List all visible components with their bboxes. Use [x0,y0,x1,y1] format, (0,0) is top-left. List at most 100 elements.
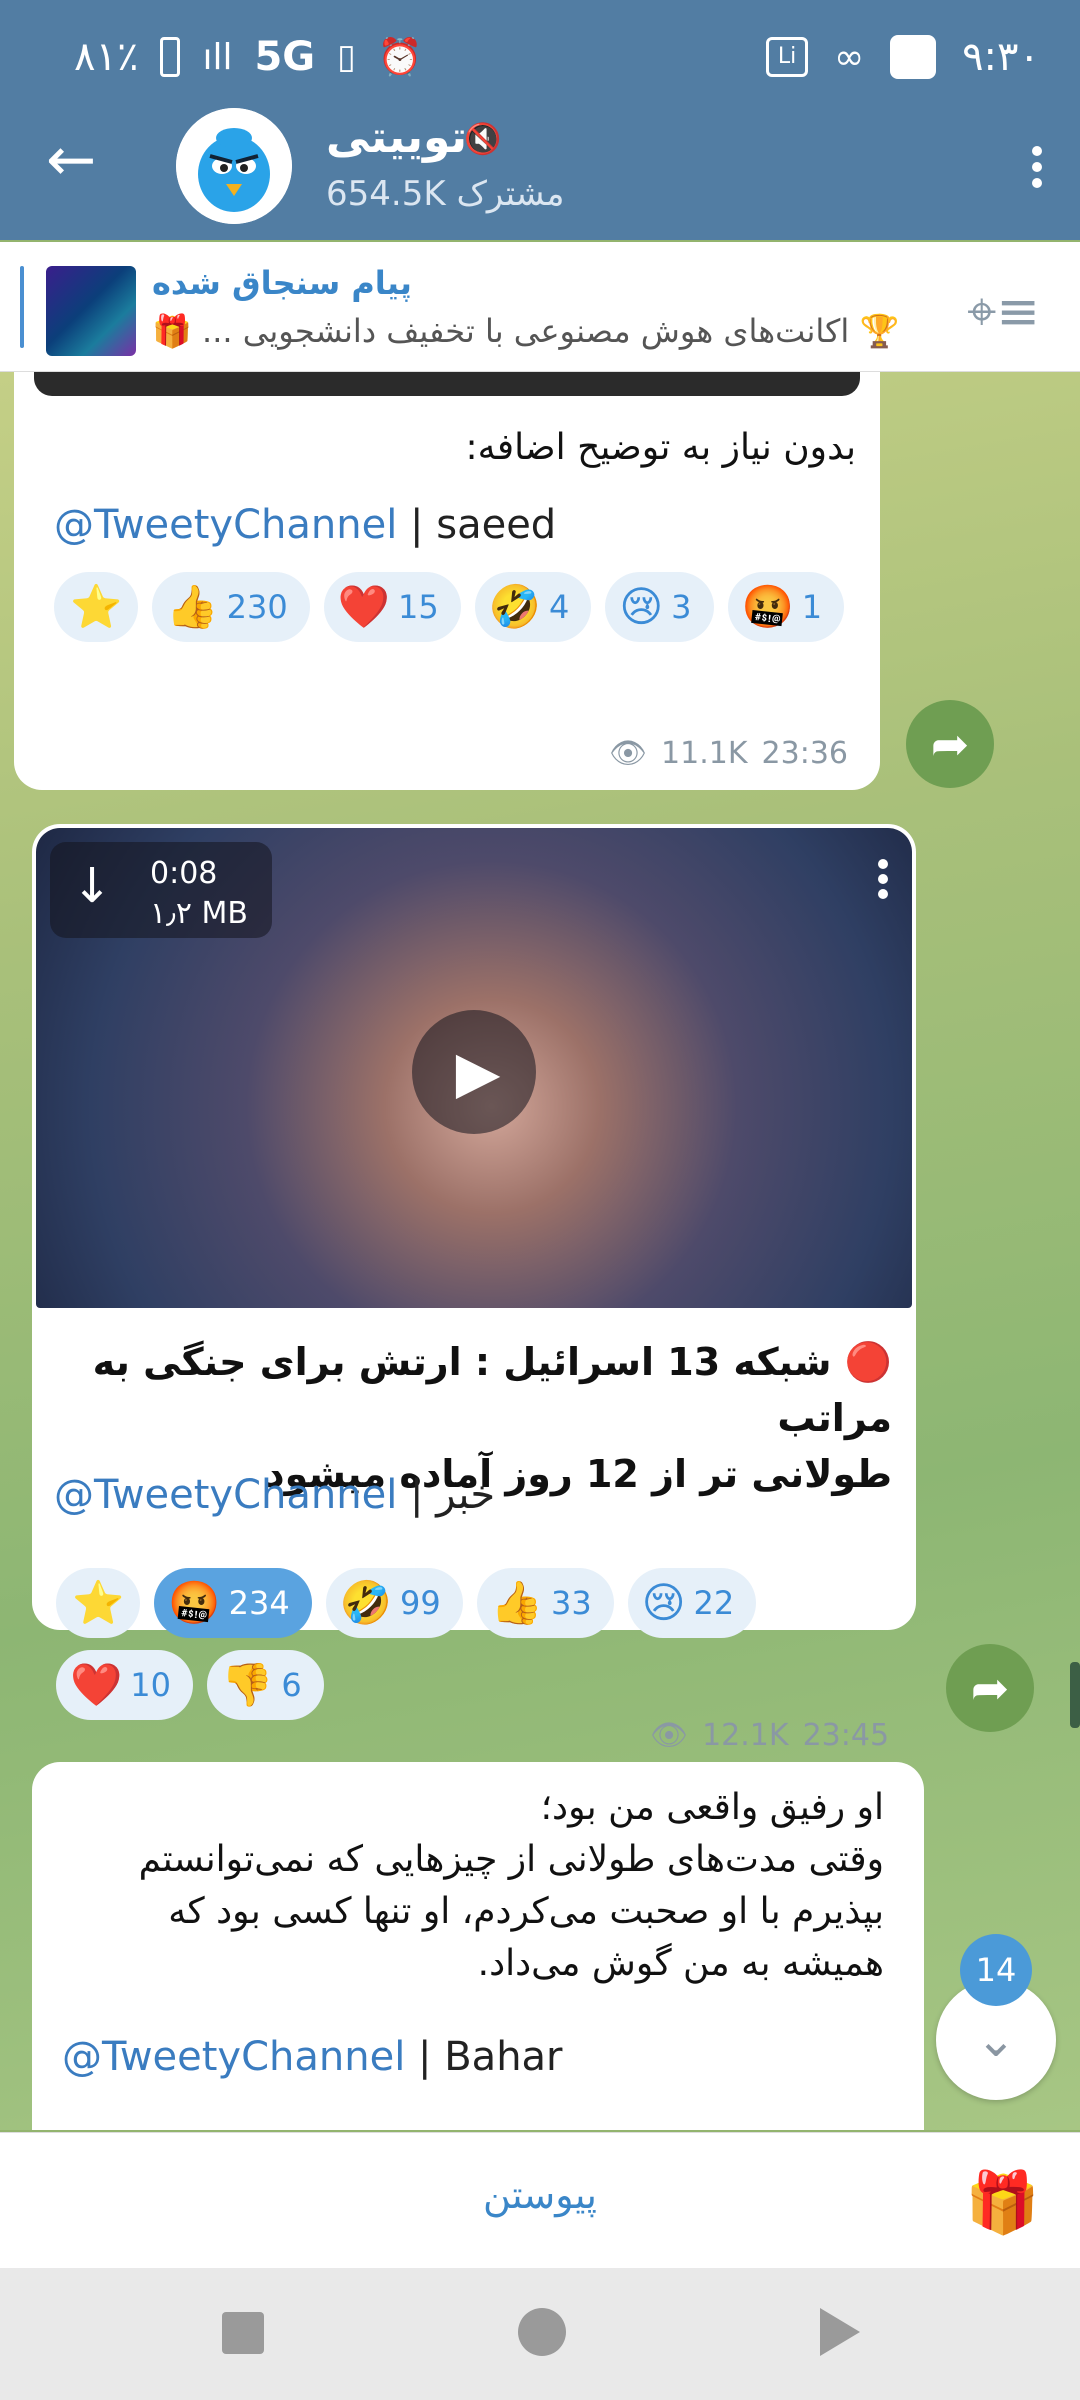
video-more-icon[interactable] [876,854,890,904]
reaction-chip[interactable]: 😢 22 [627,1568,757,1638]
trophy-icon: 🏆 [859,312,900,350]
swearing-face-icon: 🤬 [741,582,794,631]
star-icon: ⭐ [70,582,123,631]
reaction-chip[interactable]: 🤣 99 [325,1568,463,1638]
network-type: 5G [254,34,316,80]
chevron-down-icon: ⌄ [975,2012,1017,2068]
rofl-icon: 🤣 [339,1578,392,1627]
channel-title[interactable]: تو‌ییتی [326,112,467,163]
pinned-text-content: اکانت‌های هوش مصنوعی با تخفیف دانشجویی .… [202,312,850,350]
reaction-count: 1 [801,588,823,626]
status-bar: ٨١٪ ıll 5G ▯ ⏰ Li ∞ ٩:٣٠ [0,24,1080,84]
pinned-text: 🏆 اکانت‌های هوش مصنوعی با تخفیف دانشجویی… [152,312,952,350]
heart-icon: ❤️ [70,1660,123,1709]
message-bubble[interactable]: ↓ 0:08 ۱٫۲ MB ▶ 🔴 شبکه 13 اسرائیل : ارتش… [32,824,916,1630]
share-icon[interactable]: ➦ [946,1644,1034,1732]
pinned-indicator [20,266,24,348]
swearing-face-icon: 🤬 [168,1578,221,1627]
reaction-chip[interactable]: ⭐ [56,1568,141,1638]
signature-separator: | [397,1472,437,1518]
app-header: ٨١٪ ıll 5G ▯ ⏰ Li ∞ ٩:٣٠ ← تو‌ییتی 🔇 [0,0,1080,240]
message-signature: @TweetyChannel | Bahar [62,2034,563,2080]
eye-icon: 👁 [650,1718,689,1753]
signature-author: Bahar [444,2034,563,2080]
reaction-chip[interactable]: 🤣 4 [474,572,592,642]
heart-icon: ❤️ [337,582,390,631]
vibrate-icon: ▯ [337,37,356,77]
thumbs-up-icon: 👍 [490,1578,543,1627]
message-bubble[interactable]: او رفیق واقعی من بود؛ وقتی مدت‌های طولان… [32,1762,924,2130]
chat-area[interactable]: بدون نیاز به توضیح اضافه: @TweetyChannel… [0,372,1080,2130]
message-time: 23:45 [802,1718,890,1753]
view-count: 12.1K [702,1718,789,1753]
eye-icon: 👁 [608,736,648,771]
channel-handle-link[interactable]: @TweetyChannel [62,2034,405,2080]
home-button[interactable] [518,2308,566,2356]
message-text-line: او رفیق واقعی من بود؛ [540,1787,884,1828]
reaction-count: 6 [281,1666,302,1704]
pinned-message[interactable]: پیام سنجاق شده 🏆 اکانت‌های هوش مصنوعی با… [0,242,1080,372]
arrow-left-icon[interactable]: ← [46,130,106,190]
reaction-chip[interactable]: ⭐ [54,572,139,642]
reaction-count: 10 [130,1666,172,1704]
play-icon[interactable]: ▶ [412,1010,536,1134]
gift-icon[interactable]: 🎁 [965,2167,1040,2238]
reaction-bar: ⭐ 👍 230 ❤️ 15 🤣 4 😢 3 🤬 1 [54,572,854,642]
reaction-chip[interactable]: 😢 3 [605,572,714,642]
signature-author: خبر [436,1472,496,1518]
channel-avatar[interactable] [176,108,292,224]
gift-box-icon: 🎁 [152,312,192,350]
link-icon: ∞ [834,36,865,78]
message-meta: 👁 12.1K 23:45 [650,1718,889,1753]
star-icon: ⭐ [72,1578,125,1627]
clock: ٩:٣٠ [962,34,1040,80]
more-vertical-icon[interactable] [1030,140,1044,194]
channel-handle-link[interactable]: @TweetyChannel [54,502,397,548]
reaction-chip[interactable]: ❤️ 10 [56,1650,194,1720]
recents-button[interactable] [222,2312,264,2354]
rofl-icon: 🤣 [488,582,541,631]
thumbs-up-icon: 👍 [166,582,219,631]
message-signature: @TweetyChannel | saeed [54,502,556,548]
video-preview[interactable]: ↓ 0:08 ۱٫۲ MB ▶ [36,828,912,1308]
message-time: 23:36 [761,736,848,771]
reaction-count: 99 [399,1584,441,1622]
li-icon: Li [766,37,809,77]
reaction-count: 234 [228,1584,290,1622]
channel-handle-link[interactable]: @TweetyChannel [54,1472,397,1518]
back-button[interactable] [820,2308,860,2356]
reaction-chip[interactable]: 🤬 1 [727,572,845,642]
message-text: بدون نیاز به توضیح اضافه: [465,427,856,468]
video-duration: 0:08 [150,856,218,891]
message-text-line: 🔴 شبکه 13 اسرائیل : ارتش برای جنگی به مر… [92,1340,892,1440]
pinned-title: پیام سنجاق شده [152,264,412,302]
message-text-line: بپذیرم با او صحبت می‌کردم، او تنها کسی ب… [168,1891,884,1932]
system-nav-bar [0,2268,1080,2400]
scroll-indicator[interactable] [1070,1662,1080,1728]
reaction-chip[interactable]: 👍 33 [476,1568,614,1638]
join-button[interactable]: پیوستن [0,2173,1080,2217]
reaction-count: 22 [693,1584,735,1622]
video-size: ۱٫۲ MB [150,896,248,931]
reaction-count: 33 [550,1584,592,1622]
crying-face-icon: 😢 [641,1578,686,1627]
media-bottom-edge [34,372,860,396]
reaction-chip[interactable]: 👍 230 [152,572,310,642]
reaction-count: 4 [548,588,570,626]
bird-avatar-icon [176,108,292,224]
pinned-thumbnail [46,266,136,356]
download-icon: ↓ [72,858,113,914]
pin-list-icon[interactable]: ⌖≡ [967,282,1040,343]
message-bubble[interactable]: بدون نیاز به توضیح اضافه: @TweetyChannel… [14,372,880,790]
mute-icon: 🔇 [464,122,502,157]
alarm-icon: ⏰ [377,37,423,78]
share-icon[interactable]: ➦ [906,700,994,788]
reaction-chip[interactable]: ❤️ 15 [323,572,461,642]
message-meta: 👁 11.1K 23:36 [609,736,848,771]
reaction-chip-selected[interactable]: 🤬 234 [154,1568,312,1638]
reaction-chip[interactable]: 👎 6 [207,1650,324,1720]
unread-badge: 14 [960,1934,1032,2006]
message-text-line: همیشه به من گوش می‌داد. [477,1943,884,1984]
reaction-count: 3 [671,588,692,626]
download-badge[interactable]: ↓ 0:08 ۱٫۲ MB [50,842,272,938]
